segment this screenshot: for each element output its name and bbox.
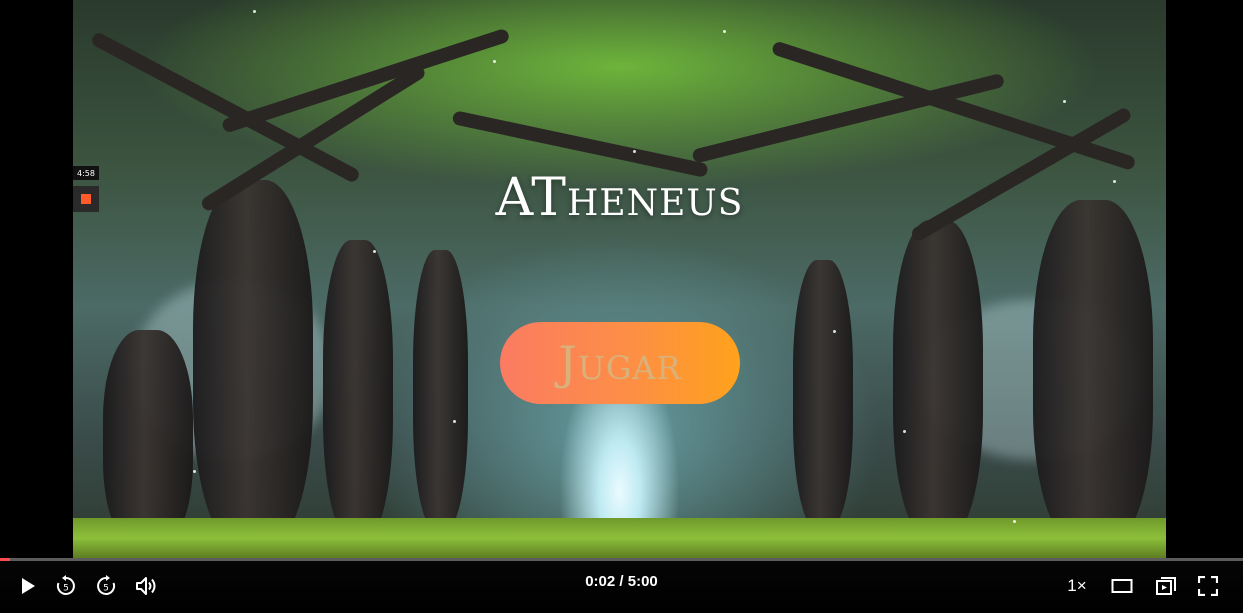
rewind-5-button[interactable]: 5 (52, 572, 80, 600)
tree-trunk (413, 250, 468, 530)
theater-mode-button[interactable] (1108, 572, 1136, 600)
miniplayer-icon (1156, 577, 1176, 595)
rewind-5-icon: 5 (56, 575, 75, 595)
snowflake (633, 150, 636, 153)
tree-trunk (193, 180, 313, 550)
volume-button[interactable] (133, 572, 161, 600)
rewind-5-label: 5 (63, 584, 69, 594)
miniplayer-button[interactable] (1152, 572, 1180, 600)
tree-trunk (793, 260, 853, 530)
time-separator: / (619, 573, 624, 590)
game-title: ATheneus (495, 168, 744, 228)
tree-branch (770, 40, 1137, 172)
fullscreen-button[interactable] (1194, 572, 1222, 600)
snowflake (1063, 100, 1066, 103)
control-bar: 5 5 0:02 / 5:00 1× (0, 558, 1243, 613)
tree-branch (89, 30, 362, 185)
snowflake (1013, 520, 1016, 523)
theater-mode-icon (1111, 579, 1133, 593)
time-badge: 4:58 (73, 166, 99, 180)
video-player: ATheneus Jugar 4:58 5 5 0:02 / 5:00 1× (0, 0, 1243, 613)
jugar-button-label: Jugar (558, 336, 682, 390)
snowflake (253, 10, 256, 13)
stop-icon (81, 194, 91, 204)
snowflake (833, 330, 836, 333)
forward-5-icon: 5 (97, 575, 116, 595)
progress-fill (0, 558, 10, 561)
play-button[interactable] (14, 572, 42, 600)
video-frame[interactable]: ATheneus Jugar (73, 0, 1166, 558)
tree-trunk (103, 330, 193, 550)
record-button[interactable] (73, 186, 99, 212)
playback-speed-button[interactable]: 1× (1062, 572, 1092, 600)
volume-icon (136, 577, 156, 595)
forward-5-label: 5 (103, 584, 109, 594)
progress-bar[interactable] (0, 558, 1243, 561)
snowflake (903, 430, 906, 433)
forward-5-button[interactable]: 5 (92, 572, 120, 600)
play-icon (22, 578, 35, 594)
tree-trunk (323, 240, 393, 540)
fullscreen-icon (1198, 576, 1218, 596)
jugar-button[interactable]: Jugar (500, 322, 740, 404)
snowflake (493, 60, 496, 63)
snowflake (193, 470, 196, 473)
duration: 5:00 (627, 573, 658, 590)
grass (73, 518, 1166, 558)
time-display: 0:02 / 5:00 (0, 573, 1243, 590)
tree-branch (691, 72, 1006, 164)
tree-trunk (1033, 200, 1153, 550)
tree-trunk (893, 220, 983, 540)
snowflake (723, 30, 726, 33)
current-time: 0:02 (585, 573, 616, 590)
snowflake (373, 250, 376, 253)
snowflake (453, 420, 456, 423)
